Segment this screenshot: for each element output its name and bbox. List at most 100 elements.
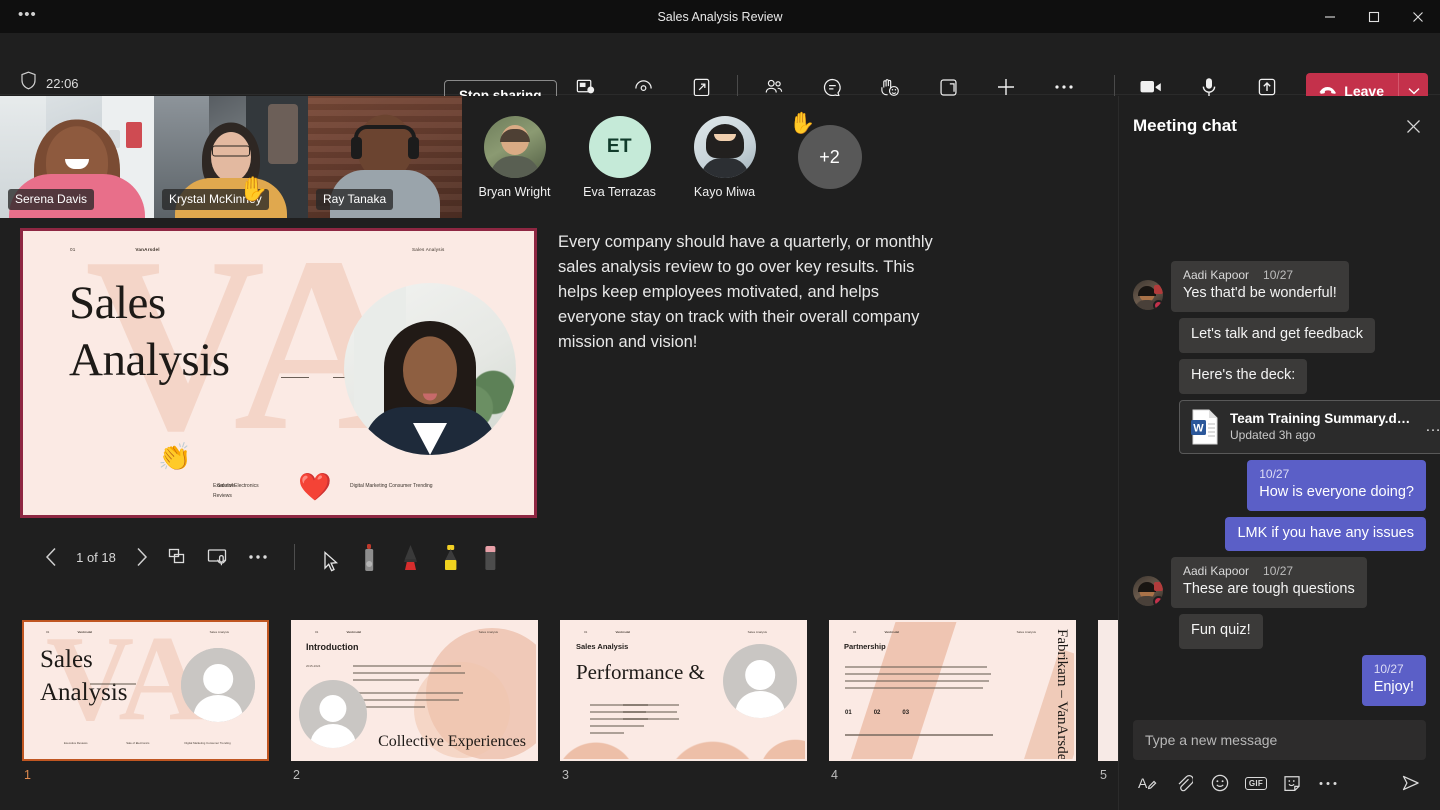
file-name: Team Training Summary.docx [1230,411,1413,426]
minimize-icon[interactable] [1308,0,1352,33]
all-slides-icon[interactable] [158,540,198,574]
apps-plus-icon [995,76,1017,98]
thumb-header: 01 VanArsdel Sales Analysis [24,630,267,634]
maximize-icon[interactable] [1352,0,1396,33]
overflow-participants-tile[interactable]: ✋ +2 [777,96,882,218]
red-pen-tool[interactable] [391,540,431,574]
sticker-icon[interactable] [1277,769,1307,797]
thumbnail-item[interactable]: 01 VanArsdel Sales Analysis Partnership … [829,620,1076,782]
video-tile[interactable]: Serena Davis [0,96,154,218]
thumb-heading: Sales Analysis [576,642,628,651]
chat-bubble: Aadi Kapoor 10/27 These are tough questi… [1171,557,1367,608]
thumbnail-image[interactable]: 01 VanArsdel Sales Analysis Introduction… [291,620,538,761]
file-more-options-icon[interactable]: … [1423,418,1440,436]
participant-avatar-tile[interactable]: ET Eva Terrazas [567,96,672,218]
close-icon[interactable] [1396,0,1440,33]
slide-title: Sales Analysis [69,275,230,390]
participant-avatar-tile[interactable]: Kayo Miwa [672,96,777,218]
thumbnail-image[interactable]: 01 VanArsdel Sales Analysis Sales Analys… [560,620,807,761]
next-slide-button[interactable] [124,540,158,574]
share-arrow-icon [1257,76,1277,98]
rooms-icon [938,76,959,98]
more-options-icon[interactable] [1313,769,1343,797]
chat-message-attachment[interactable]: W Team Training Summary.docx Updated 3h … [1133,400,1426,454]
chat-message: 10/27 How is everyone doing? [1133,460,1426,511]
presenter-view-icon[interactable] [198,540,238,574]
thumbnail-image[interactable]: VA 01 VanArsdel Sales Analysis Sales Ana… [22,620,269,761]
cursor-tool[interactable] [311,540,351,574]
thumb-header-section: Sales Analysis [158,630,267,634]
yellow-highlighter-tool[interactable] [431,540,471,574]
thumbnail-item[interactable]: 5 [1098,620,1118,782]
clap-reaction-icon: 👏 [158,441,192,473]
slide-more-options-icon[interactable] [238,540,278,574]
shared-slide[interactable]: VA 01 VanArsdel Sales Analysis Sales Ana… [20,228,537,518]
meeting-chat-panel: Meeting chat Aadi Kapoo [1118,96,1440,810]
thumb-heading: Partnership [844,642,886,651]
avatar [484,116,546,178]
file-subtitle: Updated 3h ago [1230,428,1413,442]
file-attachment-card[interactable]: W Team Training Summary.docx Updated 3h … [1179,400,1440,454]
chat-text: How is everyone doing? [1259,483,1414,502]
thumb-rule [90,683,136,685]
chat-bubble: 10/27 Enjoy! [1362,655,1426,706]
chat-text: Here's the deck: [1191,366,1295,385]
thumb-stat: 01 [845,710,852,716]
chat-author: Aadi Kapoor [1183,564,1249,578]
shield-icon [20,71,37,95]
raised-hand-icon: ✋ [789,112,815,136]
thumb-title-line2: Analysis [40,677,128,710]
participant-name: Serena Davis [8,189,94,210]
private-view-icon [633,76,654,98]
send-message-button[interactable] [1396,769,1426,797]
previous-slide-button[interactable] [34,540,68,574]
chat-message: LMK if you have any issues [1133,517,1426,552]
thumbnail-image[interactable] [1098,620,1118,761]
eraser-tool[interactable] [471,540,511,574]
chat-text: These are tough questions [1183,580,1355,599]
svg-text:W: W [1193,422,1204,434]
laser-pointer-tool[interactable] [351,540,391,574]
thumbnail-number: 2 [291,768,538,782]
close-icon[interactable] [1398,111,1428,141]
teams-meeting-window: ••• Sales Analysis Review 22:06 Stop sha… [0,0,1440,810]
chat-meta: Aadi Kapoor 10/27 [1183,268,1337,282]
thumb-header-number: 01 [24,630,77,634]
thumb-caption: Sale of Electronics [126,740,184,747]
chat-message-list[interactable]: Aadi Kapoor 10/27 Yes that'd be wonderfu… [1119,152,1440,712]
attach-file-icon[interactable] [1169,769,1199,797]
video-tile[interactable]: Ray Tanaka [308,96,462,218]
thumb-header-section: Sales Analysis [427,630,536,634]
gif-icon[interactable]: GIF [1241,769,1271,797]
thumbnail-image[interactable]: 01 VanArsdel Sales Analysis Partnership … [829,620,1076,761]
chat-bubble: Fun quiz! [1179,614,1263,649]
chat-header: Meeting chat [1119,104,1440,148]
layout-icon [575,76,596,98]
chat-bubble: 10/27 How is everyone doing? [1247,460,1426,511]
thumb-header: 01 VanArsdel Sales Analysis [831,630,1074,634]
thumb-title-line1: Sales [40,644,128,677]
slide-caption: Sale of Electronics [217,482,350,501]
slide-header-number: 01 [23,247,135,252]
slide-canvas: VA 01 VanArsdel Sales Analysis Sales Ana… [23,231,534,515]
chat-timestamp: 10/27 [1374,662,1404,676]
thumbnail-item[interactable]: 01 VanArsdel Sales Analysis Sales Analys… [560,620,807,782]
thumb-stat: 03 [902,710,909,716]
window-title: Sales Analysis Review [0,10,1440,24]
chat-icon [822,76,843,98]
thumbnail-item[interactable]: VA 01 VanArsdel Sales Analysis Sales Ana… [22,620,269,782]
camera-icon [1139,76,1163,98]
video-tile[interactable]: Krystal Mc​Kinney ✋ [154,96,308,218]
participant-name: Bryan Wright [478,185,550,199]
placeholder-person-icon [181,648,255,722]
thumb-header-brand: VanArsdel [615,630,695,634]
participant-avatar-tile[interactable]: Bryan Wright [462,96,567,218]
format-text-icon[interactable]: A [1133,769,1163,797]
chat-meta: Aadi Kapoor 10/27 [1183,564,1355,578]
chat-input[interactable]: Type a new message [1133,720,1426,760]
chat-message: 10/27 Enjoy! [1133,655,1426,706]
thumbnail-item[interactable]: 01 VanArsdel Sales Analysis Introduction… [291,620,538,782]
emoji-icon[interactable] [1205,769,1235,797]
thumb-header-section: Sales Analysis [696,630,805,634]
avatar-initials-text: ET [607,136,632,158]
